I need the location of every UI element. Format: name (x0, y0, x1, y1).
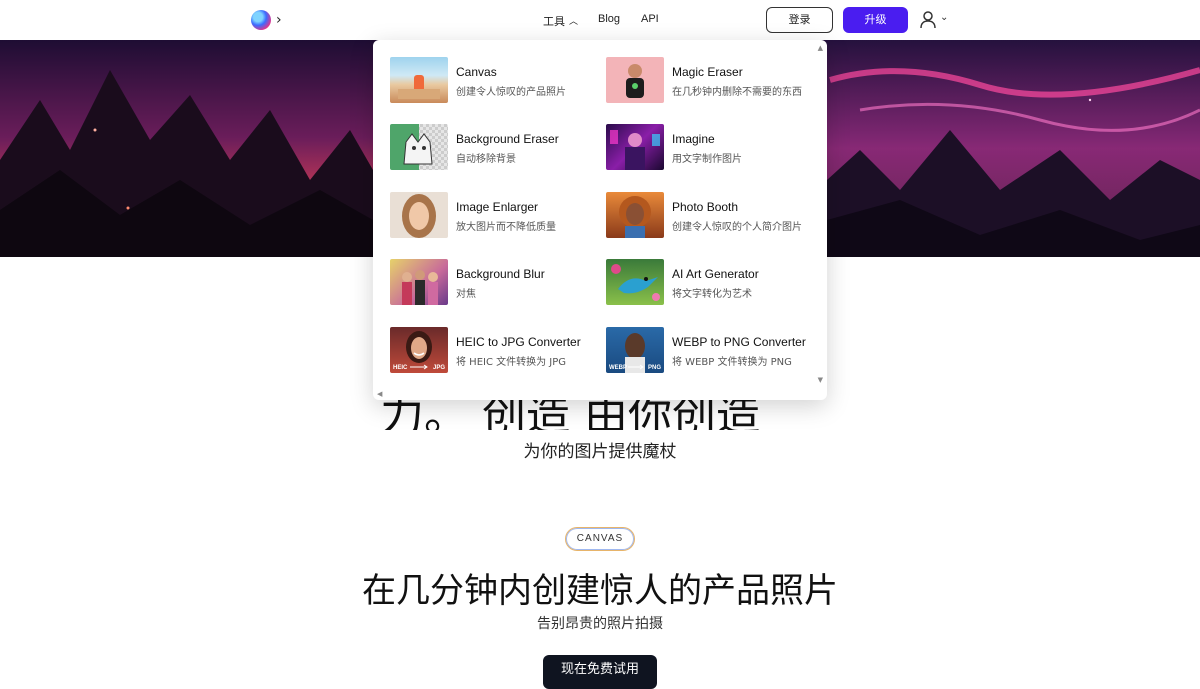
magic-eraser-thumbnail (606, 57, 664, 103)
user-menu[interactable]: ⌄ (920, 11, 950, 29)
tool-item-background-blur[interactable]: Background Blur 对焦 (390, 259, 600, 309)
scroll-up-arrow-icon[interactable]: ▲ (818, 44, 823, 52)
tools-dropdown-menu: Canvas 创建令人惊叹的产品照片 Magic Eraser 在几秒钟内删除不… (373, 40, 827, 400)
tool-description: 将 HEIC 文件转换为 JPG (456, 357, 567, 368)
tool-item-image-enlarger[interactable]: Image Enlarger 放大图片而不降低质量 (390, 192, 600, 242)
tool-name: Image Enlarger (456, 200, 539, 214)
tool-item-ai-art-generator[interactable]: AI Art Generator 将文字转化为艺术 (606, 259, 816, 309)
nav-blog-link[interactable]: Blog (598, 13, 620, 25)
tool-description: 自动移除背景 (456, 154, 516, 165)
webp-format-label: WEBP (609, 365, 627, 371)
tool-name: Imagine (672, 132, 715, 146)
jpg-format-label: JPG (432, 365, 445, 371)
user-icon (920, 11, 936, 29)
tool-description: 将文字转化为艺术 (672, 289, 752, 300)
canvas-section-badge: CANVAS (565, 527, 635, 551)
tool-name: HEIC to JPG Converter (456, 335, 581, 349)
tool-description: 创建令人惊叹的个人简介图片 (672, 222, 802, 233)
heic-format-label: HEIC (393, 365, 408, 371)
scroll-down-arrow-icon[interactable]: ▼ (818, 376, 823, 384)
tool-name: AI Art Generator (672, 267, 759, 281)
canvas-thumbnail (390, 57, 448, 103)
photo-booth-thumbnail (606, 192, 664, 238)
chevron-down-icon: ⌄ (940, 12, 949, 23)
tool-description: 对焦 (456, 289, 476, 300)
tool-description: 创建令人惊叹的产品照片 (456, 87, 566, 98)
tool-name: Canvas (456, 65, 497, 79)
tool-name: Photo Booth (672, 200, 739, 214)
tool-item-background-eraser[interactable]: Background Eraser 自动移除背景 (390, 124, 600, 174)
tool-description: 用文字制作图片 (672, 154, 742, 165)
tool-description: 在几秒钟内删除不需要的东西 (672, 87, 802, 98)
imagine-thumbnail (606, 124, 664, 170)
hero-subtitle: 为你的图片提供魔杖 (523, 442, 677, 462)
canvas-section-subtitle: 告别昂贵的照片拍摄 (537, 616, 663, 632)
heic-to-jpg-thumbnail: HEIC JPG (390, 327, 448, 373)
canvas-section-title: 在几分钟内创建惊人的产品照片 (362, 571, 838, 611)
nav-api-link[interactable]: API (641, 13, 659, 25)
tool-item-webp-to-png[interactable]: WEBP PNG WEBP to PNG Converter 将 WEBP 文件… (606, 327, 816, 377)
png-format-label: PNG (647, 365, 661, 371)
tool-item-heic-to-jpg[interactable]: HEIC JPG HEIC to JPG Converter 将 HEIC 文件… (390, 327, 600, 377)
nav-tools-label: 工具 (543, 16, 565, 28)
try-free-button[interactable]: 现在免费试用 (543, 655, 657, 689)
chevron-up-icon: ︿ (569, 16, 579, 26)
webp-to-png-thumbnail: WEBP PNG (606, 327, 664, 373)
scroll-left-arrow-icon[interactable]: ◀ (377, 390, 382, 398)
tool-name: Magic Eraser (672, 65, 743, 79)
tool-name: Background Eraser (456, 132, 559, 146)
tool-description: 放大图片而不降低质量 (456, 222, 556, 233)
tool-item-imagine[interactable]: Imagine 用文字制作图片 (606, 124, 816, 174)
image-enlarger-thumbnail (390, 192, 448, 238)
nav-tools-menu[interactable]: 工具 ︿ (543, 13, 578, 29)
top-nav: › 工具 ︿ Blog API 登录 升级 ⌄ (0, 0, 1200, 40)
brand-logo-icon[interactable] (251, 10, 271, 30)
upgrade-button[interactable]: 升级 (843, 7, 908, 33)
chevron-right-icon[interactable]: › (276, 12, 282, 28)
tool-description: 将 WEBP 文件转换为 PNG (672, 357, 792, 368)
tool-name: Background Blur (456, 267, 545, 281)
login-button[interactable]: 登录 (766, 7, 833, 33)
ai-art-generator-thumbnail (606, 259, 664, 305)
background-eraser-thumbnail (390, 124, 448, 170)
tool-item-magic-eraser[interactable]: Magic Eraser 在几秒钟内删除不需要的东西 (606, 57, 816, 107)
background-blur-thumbnail (390, 259, 448, 305)
tool-name: WEBP to PNG Converter (672, 335, 806, 349)
tool-item-canvas[interactable]: Canvas 创建令人惊叹的产品照片 (390, 57, 600, 107)
tool-item-photo-booth[interactable]: Photo Booth 创建令人惊叹的个人简介图片 (606, 192, 816, 242)
